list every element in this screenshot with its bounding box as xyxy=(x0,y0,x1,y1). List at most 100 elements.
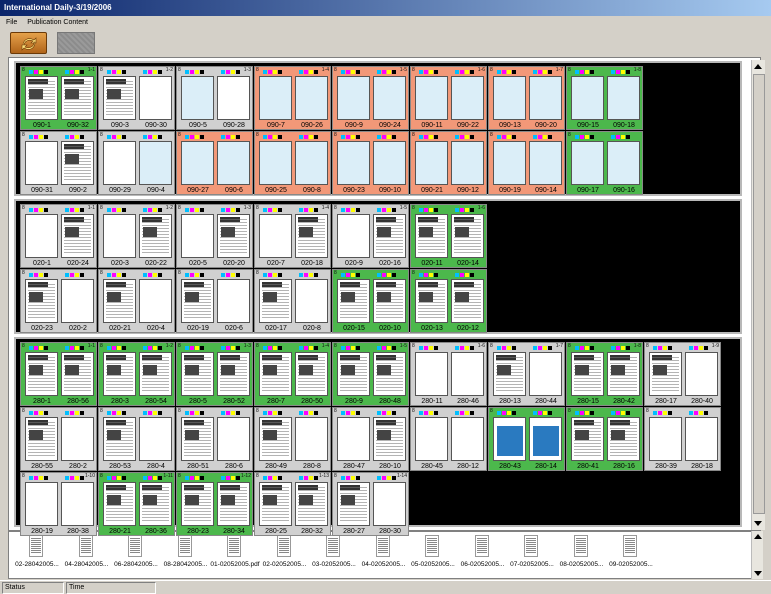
page-thumbnail[interactable] xyxy=(259,417,292,461)
page-thumbnail[interactable] xyxy=(217,214,250,258)
page-thumbnail[interactable] xyxy=(139,482,172,526)
page-thumbnail[interactable] xyxy=(181,417,214,461)
page-thumbnail[interactable] xyxy=(337,482,370,526)
page-thumbnail[interactable] xyxy=(415,141,448,185)
page-thumbnail[interactable] xyxy=(259,214,292,258)
file-thumbnail[interactable]: 04-02052005... xyxy=(358,532,408,578)
file-thumbnail[interactable]: 08-02052005... xyxy=(556,532,606,578)
page-thumbnail[interactable] xyxy=(649,352,682,396)
page-thumbnail[interactable] xyxy=(571,417,604,461)
spread-cell[interactable]: 8 1-5 020-9 020-16 xyxy=(332,204,409,268)
page-thumbnail[interactable] xyxy=(61,214,94,258)
spread-cell[interactable]: 8 090-19 090-14 xyxy=(488,131,565,195)
spread-cell[interactable]: 8 1-1 020-1 020-24 xyxy=(20,204,97,268)
page-thumbnail[interactable] xyxy=(415,76,448,120)
page-thumbnail[interactable] xyxy=(139,141,172,185)
page-thumbnail[interactable] xyxy=(25,214,58,258)
page-thumbnail[interactable] xyxy=(607,352,640,396)
page-thumbnail[interactable] xyxy=(337,214,370,258)
file-thumbnail[interactable]: 02-28042005... xyxy=(11,532,61,578)
page-thumbnail[interactable] xyxy=(529,417,562,461)
spread-cell[interactable]: 8 280-53 280-4 xyxy=(98,407,175,471)
spread-cell[interactable]: 8 280-45 280-12 xyxy=(410,407,487,471)
spread-cell[interactable]: 8 280-43 280-14 xyxy=(488,407,565,471)
menu-publication-content[interactable]: Publication Content xyxy=(27,16,88,29)
page-thumbnail[interactable] xyxy=(373,482,406,526)
file-thumbnail[interactable]: 01-02052005.pdf xyxy=(209,532,260,578)
spread-cell[interactable]: 8 1-11 280-21 280-36 xyxy=(98,472,175,536)
page-thumbnail[interactable] xyxy=(607,417,640,461)
spread-cell[interactable]: 8 090-17 090-16 xyxy=(566,131,643,195)
page-thumbnail[interactable] xyxy=(139,214,172,258)
page-thumbnail[interactable] xyxy=(25,141,58,185)
page-thumbnail[interactable] xyxy=(373,76,406,120)
page-thumbnail[interactable] xyxy=(295,417,328,461)
spread-cell[interactable]: 8 1-13 280-25 280-32 xyxy=(254,472,331,536)
page-thumbnail[interactable] xyxy=(493,76,526,120)
page-thumbnail[interactable] xyxy=(373,279,406,323)
page-thumbnail[interactable] xyxy=(295,279,328,323)
spread-cell[interactable]: 8 090-31 090-2 xyxy=(20,131,97,195)
page-thumbnail[interactable] xyxy=(451,214,484,258)
file-thumbnail[interactable]: 06-28042005... xyxy=(110,532,160,578)
page-thumbnail[interactable] xyxy=(103,352,136,396)
spread-cell[interactable]: 8 020-23 020-2 xyxy=(20,269,97,333)
page-thumbnail[interactable] xyxy=(571,141,604,185)
file-thumbnail[interactable]: 05-02052005... xyxy=(407,532,457,578)
page-thumbnail[interactable] xyxy=(259,279,292,323)
page-thumbnail[interactable] xyxy=(259,76,292,120)
spread-cell[interactable]: 8 090-27 090-6 xyxy=(176,131,253,195)
spread-cell[interactable]: 8 020-15 020-10 xyxy=(332,269,409,333)
spread-cell[interactable]: 8 1-2 090-3 090-30 xyxy=(98,66,175,130)
page-thumbnail[interactable] xyxy=(139,352,172,396)
file-thumbnail[interactable]: 02-02052005... xyxy=(259,532,309,578)
spread-cell[interactable]: 8 1-3 020-5 020-20 xyxy=(176,204,253,268)
spread-cell[interactable]: 8 1-6 090-11 090-22 xyxy=(410,66,487,130)
spread-cell[interactable]: 8 1-4 280-7 280-50 xyxy=(254,342,331,406)
page-thumbnail[interactable] xyxy=(61,352,94,396)
page-thumbnail[interactable] xyxy=(217,482,250,526)
page-thumbnail[interactable] xyxy=(373,352,406,396)
page-thumbnail[interactable] xyxy=(451,352,484,396)
spread-cell[interactable]: 8 1-6 280-11 280-46 xyxy=(410,342,487,406)
strip-scrollbar[interactable] xyxy=(751,531,763,579)
page-thumbnail[interactable] xyxy=(415,279,448,323)
file-thumbnail[interactable]: 06-02052005... xyxy=(457,532,507,578)
spread-cell[interactable]: 8 090-21 090-12 xyxy=(410,131,487,195)
page-thumbnail[interactable] xyxy=(571,76,604,120)
page-thumbnail[interactable] xyxy=(607,76,640,120)
page-thumbnail[interactable] xyxy=(529,352,562,396)
page-thumbnail[interactable] xyxy=(25,482,58,526)
spread-cell[interactable]: 8 1-3 090-5 090-28 xyxy=(176,66,253,130)
spread-cell[interactable]: 8 280-55 280-2 xyxy=(20,407,97,471)
page-thumbnail[interactable] xyxy=(451,417,484,461)
page-thumbnail[interactable] xyxy=(103,279,136,323)
file-thumbnail[interactable]: 07-02052005... xyxy=(506,532,556,578)
page-thumbnail[interactable] xyxy=(415,214,448,258)
spread-cell[interactable]: 8 1-1 280-1 280-56 xyxy=(20,342,97,406)
page-thumbnail[interactable] xyxy=(181,352,214,396)
spread-cell[interactable]: 8 1-2 020-3 020-22 xyxy=(98,204,175,268)
page-thumbnail[interactable] xyxy=(529,76,562,120)
page-thumbnail[interactable] xyxy=(337,352,370,396)
page-thumbnail[interactable] xyxy=(415,352,448,396)
spread-cell[interactable]: 8 1-14 280-27 280-30 xyxy=(332,472,409,536)
page-thumbnail[interactable] xyxy=(139,76,172,120)
page-thumbnail[interactable] xyxy=(217,417,250,461)
spread-cell[interactable]: 8 1-12 280-23 280-34 xyxy=(176,472,253,536)
spread-cell[interactable]: 8 020-13 020-12 xyxy=(410,269,487,333)
page-thumbnail[interactable] xyxy=(217,76,250,120)
strip-scroll-down-icon[interactable] xyxy=(754,571,762,576)
page-thumbnail[interactable] xyxy=(493,141,526,185)
spread-cell[interactable]: 8 1-10 280-19 280-38 xyxy=(20,472,97,536)
page-thumbnail[interactable] xyxy=(607,141,640,185)
file-thumbnail[interactable]: 08-28042005... xyxy=(160,532,210,578)
page-thumbnail[interactable] xyxy=(103,214,136,258)
page-thumbnail[interactable] xyxy=(61,76,94,120)
page-thumbnail[interactable] xyxy=(181,141,214,185)
spread-cell[interactable]: 8 1-3 280-5 280-52 xyxy=(176,342,253,406)
file-thumbnail[interactable]: 09-02052005... xyxy=(605,532,655,578)
spread-cell[interactable]: 8 1-5 090-9 090-24 xyxy=(332,66,409,130)
page-thumbnail[interactable] xyxy=(295,214,328,258)
page-thumbnail[interactable] xyxy=(649,417,682,461)
